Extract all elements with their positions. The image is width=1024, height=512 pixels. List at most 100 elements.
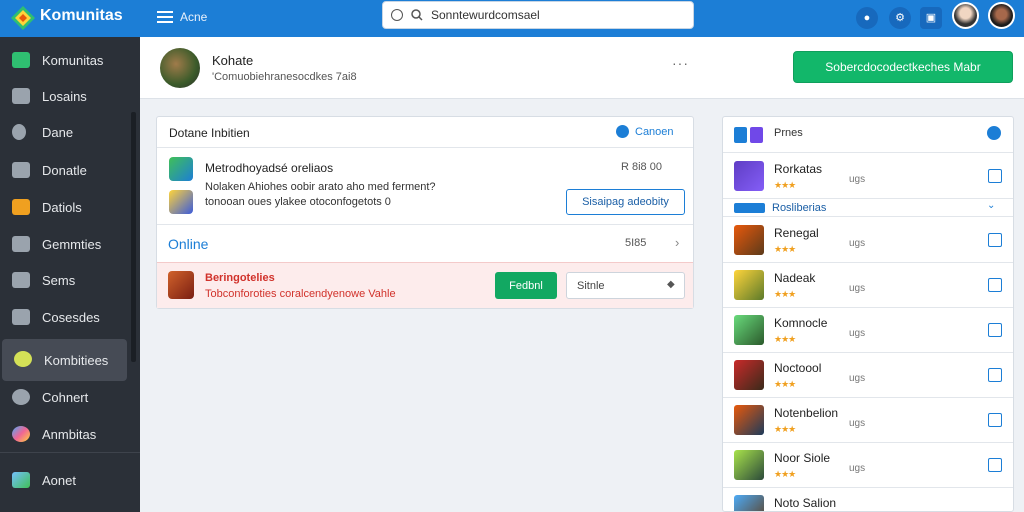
info-icon [616, 125, 629, 138]
member-meta: ugs [849, 418, 866, 429]
section-header: Rosliberias ⌄ [723, 199, 1013, 217]
car-icon [12, 88, 30, 104]
refresh-icon[interactable] [987, 126, 1001, 140]
member-name: Notenbelion [774, 406, 839, 420]
online-count: 5I85 [625, 237, 647, 249]
sidebar-item-gemmties[interactable]: Gemmties [0, 226, 128, 262]
activity-desc-line: tonooan oues ylakee otoconfogetots 0 [205, 196, 391, 208]
list-item[interactable]: Komnocle ★★★ ugs [723, 308, 1013, 353]
community-icon [14, 351, 32, 367]
sidebar-item-donatle[interactable]: Donatle [0, 152, 128, 188]
members-icon [734, 127, 763, 143]
magnifier-icon [411, 9, 423, 21]
chevron-down-icon: ◆ [667, 279, 675, 290]
alert-title: Beringotelies [205, 272, 275, 284]
member-avatar [734, 450, 764, 480]
member-name: Rorkatas [774, 162, 823, 176]
select-checkbox[interactable] [988, 169, 1002, 183]
sidebar-scrollbar[interactable] [131, 112, 136, 362]
member-avatar [734, 161, 764, 191]
sidebar-item-komunitas[interactable]: Komunitas [0, 42, 128, 78]
list-item[interactable]: Noor Siole ★★★ ugs [723, 443, 1013, 488]
sidebar-item-label: Aonet [42, 473, 76, 488]
member-name: Noto Salion [774, 496, 837, 510]
document-icon [12, 162, 30, 178]
member-meta: ugs [849, 283, 866, 294]
online-row[interactable]: Online 5I85 › [157, 225, 693, 262]
invitation-panel: Dotane Inbitien Canoen Metrodhoyadsé ore… [156, 116, 694, 309]
sidebar-item-label: Cohnert [42, 390, 89, 405]
member-avatar [734, 495, 764, 511]
app-thumbnail [169, 157, 193, 181]
app-title: Komunitas [40, 7, 123, 24]
panel-link[interactable]: Canoen [635, 126, 674, 138]
activity-desc-line: Nolaken Ahiohes oobir arato aho med ferm… [205, 181, 436, 193]
list-item[interactable]: Noctoool ★★★ ugs [723, 353, 1013, 398]
sidebar-item-datiols[interactable]: Datiols [0, 189, 128, 225]
member-name: Nadeak [774, 271, 816, 285]
primary-action-button[interactable]: Sobercdocodectkeches Mabr [793, 51, 1013, 83]
rating-stars: ★★★ [774, 469, 796, 479]
sidebar-divider [0, 452, 140, 453]
sidebar-item-kombitiees[interactable]: Kombitiees [2, 339, 127, 381]
member-meta: ugs [849, 238, 866, 249]
alert-action-button[interactable]: Fedbnl [495, 272, 557, 299]
member-avatar [734, 315, 764, 345]
select-checkbox[interactable] [988, 233, 1002, 247]
app-thumbnail [169, 190, 193, 214]
chevron-down-icon[interactable]: ⌄ [987, 200, 995, 211]
search-box[interactable] [382, 1, 694, 29]
member-avatar [734, 360, 764, 390]
panel-title: Dotane Inbitien [169, 126, 250, 140]
list-item[interactable]: Nadeak ★★★ ugs [723, 263, 1013, 308]
members-title: Prnes [774, 127, 803, 139]
sidebar-item-sems[interactable]: Sems [0, 262, 128, 298]
rating-stars: ★★★ [774, 334, 796, 344]
list-item[interactable]: Notenbelion ★★★ ugs [723, 398, 1013, 443]
notification-icon[interactable]: ● [856, 7, 878, 29]
sidebar-item-dane[interactable]: Dane [0, 114, 128, 150]
profile-subtitle: 'Comuobiehranesocdkes 7ai8 [212, 71, 357, 83]
logo-icon[interactable] [10, 5, 36, 31]
select-checkbox[interactable] [988, 458, 1002, 472]
chevron-right-icon[interactable]: › [675, 235, 679, 250]
member-meta: ugs [849, 328, 866, 339]
select-checkbox[interactable] [988, 368, 1002, 382]
profile-avatar[interactable] [160, 48, 200, 88]
search-input[interactable] [431, 6, 681, 24]
sidebar-item-anmbitas[interactable]: Anmbitas [0, 416, 128, 452]
circle-icon [12, 389, 30, 405]
activity-button[interactable]: Sisaipag adeobity [566, 189, 685, 215]
alert-select[interactable]: Sitnle ◆ [566, 272, 685, 299]
list-item[interactable]: Renegal ★★★ ugs [723, 218, 1013, 263]
cube-icon [12, 199, 30, 215]
menu-label[interactable]: Acne [180, 10, 207, 24]
member-avatar [734, 225, 764, 255]
list-item[interactable]: Noto Salion [723, 488, 1013, 511]
user-avatar[interactable] [952, 2, 979, 29]
sidebar-item-cosesdes[interactable]: Cosesdes [0, 299, 128, 335]
menu-icon[interactable] [157, 10, 173, 24]
sidebar-item-label: Dane [42, 125, 74, 140]
select-checkbox[interactable] [988, 323, 1002, 337]
list-item[interactable]: Rorkatas ★★★ ugs [723, 154, 1013, 199]
select-checkbox[interactable] [988, 278, 1002, 292]
user-icon [12, 124, 26, 140]
alert-subtitle: Tobconforoties coralcendyenowe Vahle [205, 288, 396, 300]
window-icon[interactable]: ▣ [920, 7, 942, 29]
activity-title: Metrodhoyadsé oreliaos [205, 161, 334, 175]
sidebar-item-losains[interactable]: Losains [0, 78, 128, 114]
second-avatar[interactable] [988, 2, 1015, 29]
sidebar-item-label: Gemmties [42, 237, 102, 252]
panel-header: Dotane Inbitien Canoen [157, 117, 693, 148]
profile-name: Kohate [212, 53, 254, 68]
settings-icon[interactable]: ⚙ [889, 7, 911, 29]
sidebar-item-label: Kombitiees [44, 353, 109, 368]
chat-icon [12, 309, 30, 325]
more-options-icon[interactable]: ··· [672, 55, 689, 71]
sidebar-item-aonet[interactable]: Aonet [0, 462, 128, 498]
rating-stars: ★★★ [774, 424, 796, 434]
select-checkbox[interactable] [988, 413, 1002, 427]
sidebar-item-cohnert[interactable]: Cohnert [0, 379, 128, 415]
sidebar-item-label: Sems [42, 273, 76, 288]
